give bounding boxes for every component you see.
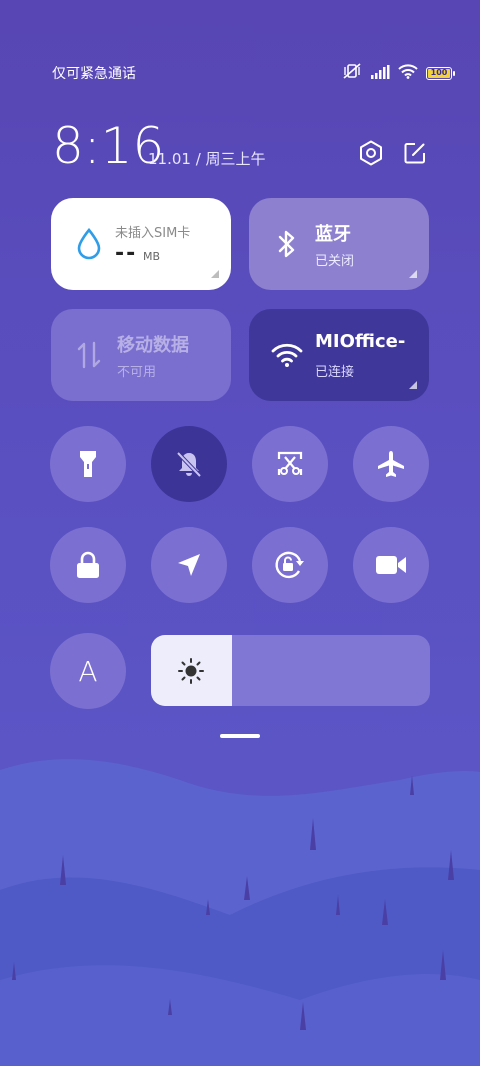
battery-level: 100 [430, 68, 448, 77]
wifi-tile[interactable]: MIOffice- 已连接 [249, 309, 429, 401]
screen-record-toggle[interactable] [353, 527, 429, 603]
flashlight-toggle[interactable] [50, 426, 126, 502]
location-toggle[interactable] [151, 527, 227, 603]
sim-status-label: 未插入SIM卡 [115, 226, 191, 241]
data-usage-unit: MB [143, 250, 161, 263]
auto-rotate-toggle[interactable] [252, 527, 328, 603]
status-icons: 100 [342, 63, 455, 83]
mobile-data-label: 移动数据 [117, 335, 189, 356]
settings-button[interactable] [358, 140, 384, 166]
rotate-lock-icon [275, 551, 304, 579]
wifi-icon [271, 337, 303, 373]
bluetooth-status: 已关闭 [315, 254, 355, 269]
expand-corner-icon [409, 381, 417, 389]
airplane-mode-toggle[interactable] [353, 426, 429, 502]
mobile-data-icon [73, 337, 105, 373]
wifi-icon [398, 63, 418, 83]
edit-icon [404, 143, 425, 164]
expand-corner-icon [409, 270, 417, 278]
data-usage-tile[interactable]: 未插入SIM卡 -- MB [51, 198, 231, 290]
mobile-data-status: 不可用 [117, 365, 157, 380]
bluetooth-icon [271, 226, 303, 262]
panel-drag-handle[interactable] [220, 734, 260, 738]
status-bar: 仅可紧急通话 100 [52, 62, 455, 84]
battery-icon: 100 [426, 66, 455, 80]
signal-icon [370, 64, 390, 83]
settings-hex-icon [360, 140, 382, 166]
lock-icon [77, 551, 99, 578]
wifi-network-name: MIOffice- [315, 331, 406, 352]
bluetooth-tile[interactable]: 蓝牙 已关闭 [249, 198, 429, 290]
mute-toggle[interactable] [151, 426, 227, 502]
lock-screen-toggle[interactable] [50, 527, 126, 603]
carrier-status: 仅可紧急通话 [52, 66, 136, 82]
airplane-icon [378, 451, 404, 477]
water-drop-icon [73, 226, 105, 262]
wifi-status: 已连接 [315, 365, 355, 380]
video-camera-icon [376, 556, 406, 574]
edit-button[interactable] [402, 140, 428, 166]
auto-brightness-toggle[interactable]: A [50, 633, 126, 709]
brightness-slider[interactable] [151, 635, 430, 706]
location-arrow-icon [178, 554, 200, 576]
vibrate-mute-icon [342, 63, 362, 83]
clock-header: 8:16 11.01 / 周三上午 [52, 118, 430, 178]
screenshot-toggle[interactable] [252, 426, 328, 502]
bell-off-icon [176, 451, 202, 478]
auto-brightness-label: A [78, 654, 98, 688]
data-usage-value: -- [115, 241, 138, 266]
flashlight-icon [80, 451, 96, 477]
bluetooth-label: 蓝牙 [315, 224, 351, 245]
scissors-screenshot-icon [277, 451, 303, 475]
wallpaper-hills [0, 759, 480, 1066]
clock-date: 11.01 / 周三上午 [148, 150, 266, 168]
sun-icon [178, 658, 204, 684]
mobile-data-tile[interactable]: 移动数据 不可用 [51, 309, 231, 401]
expand-corner-icon [211, 270, 219, 278]
